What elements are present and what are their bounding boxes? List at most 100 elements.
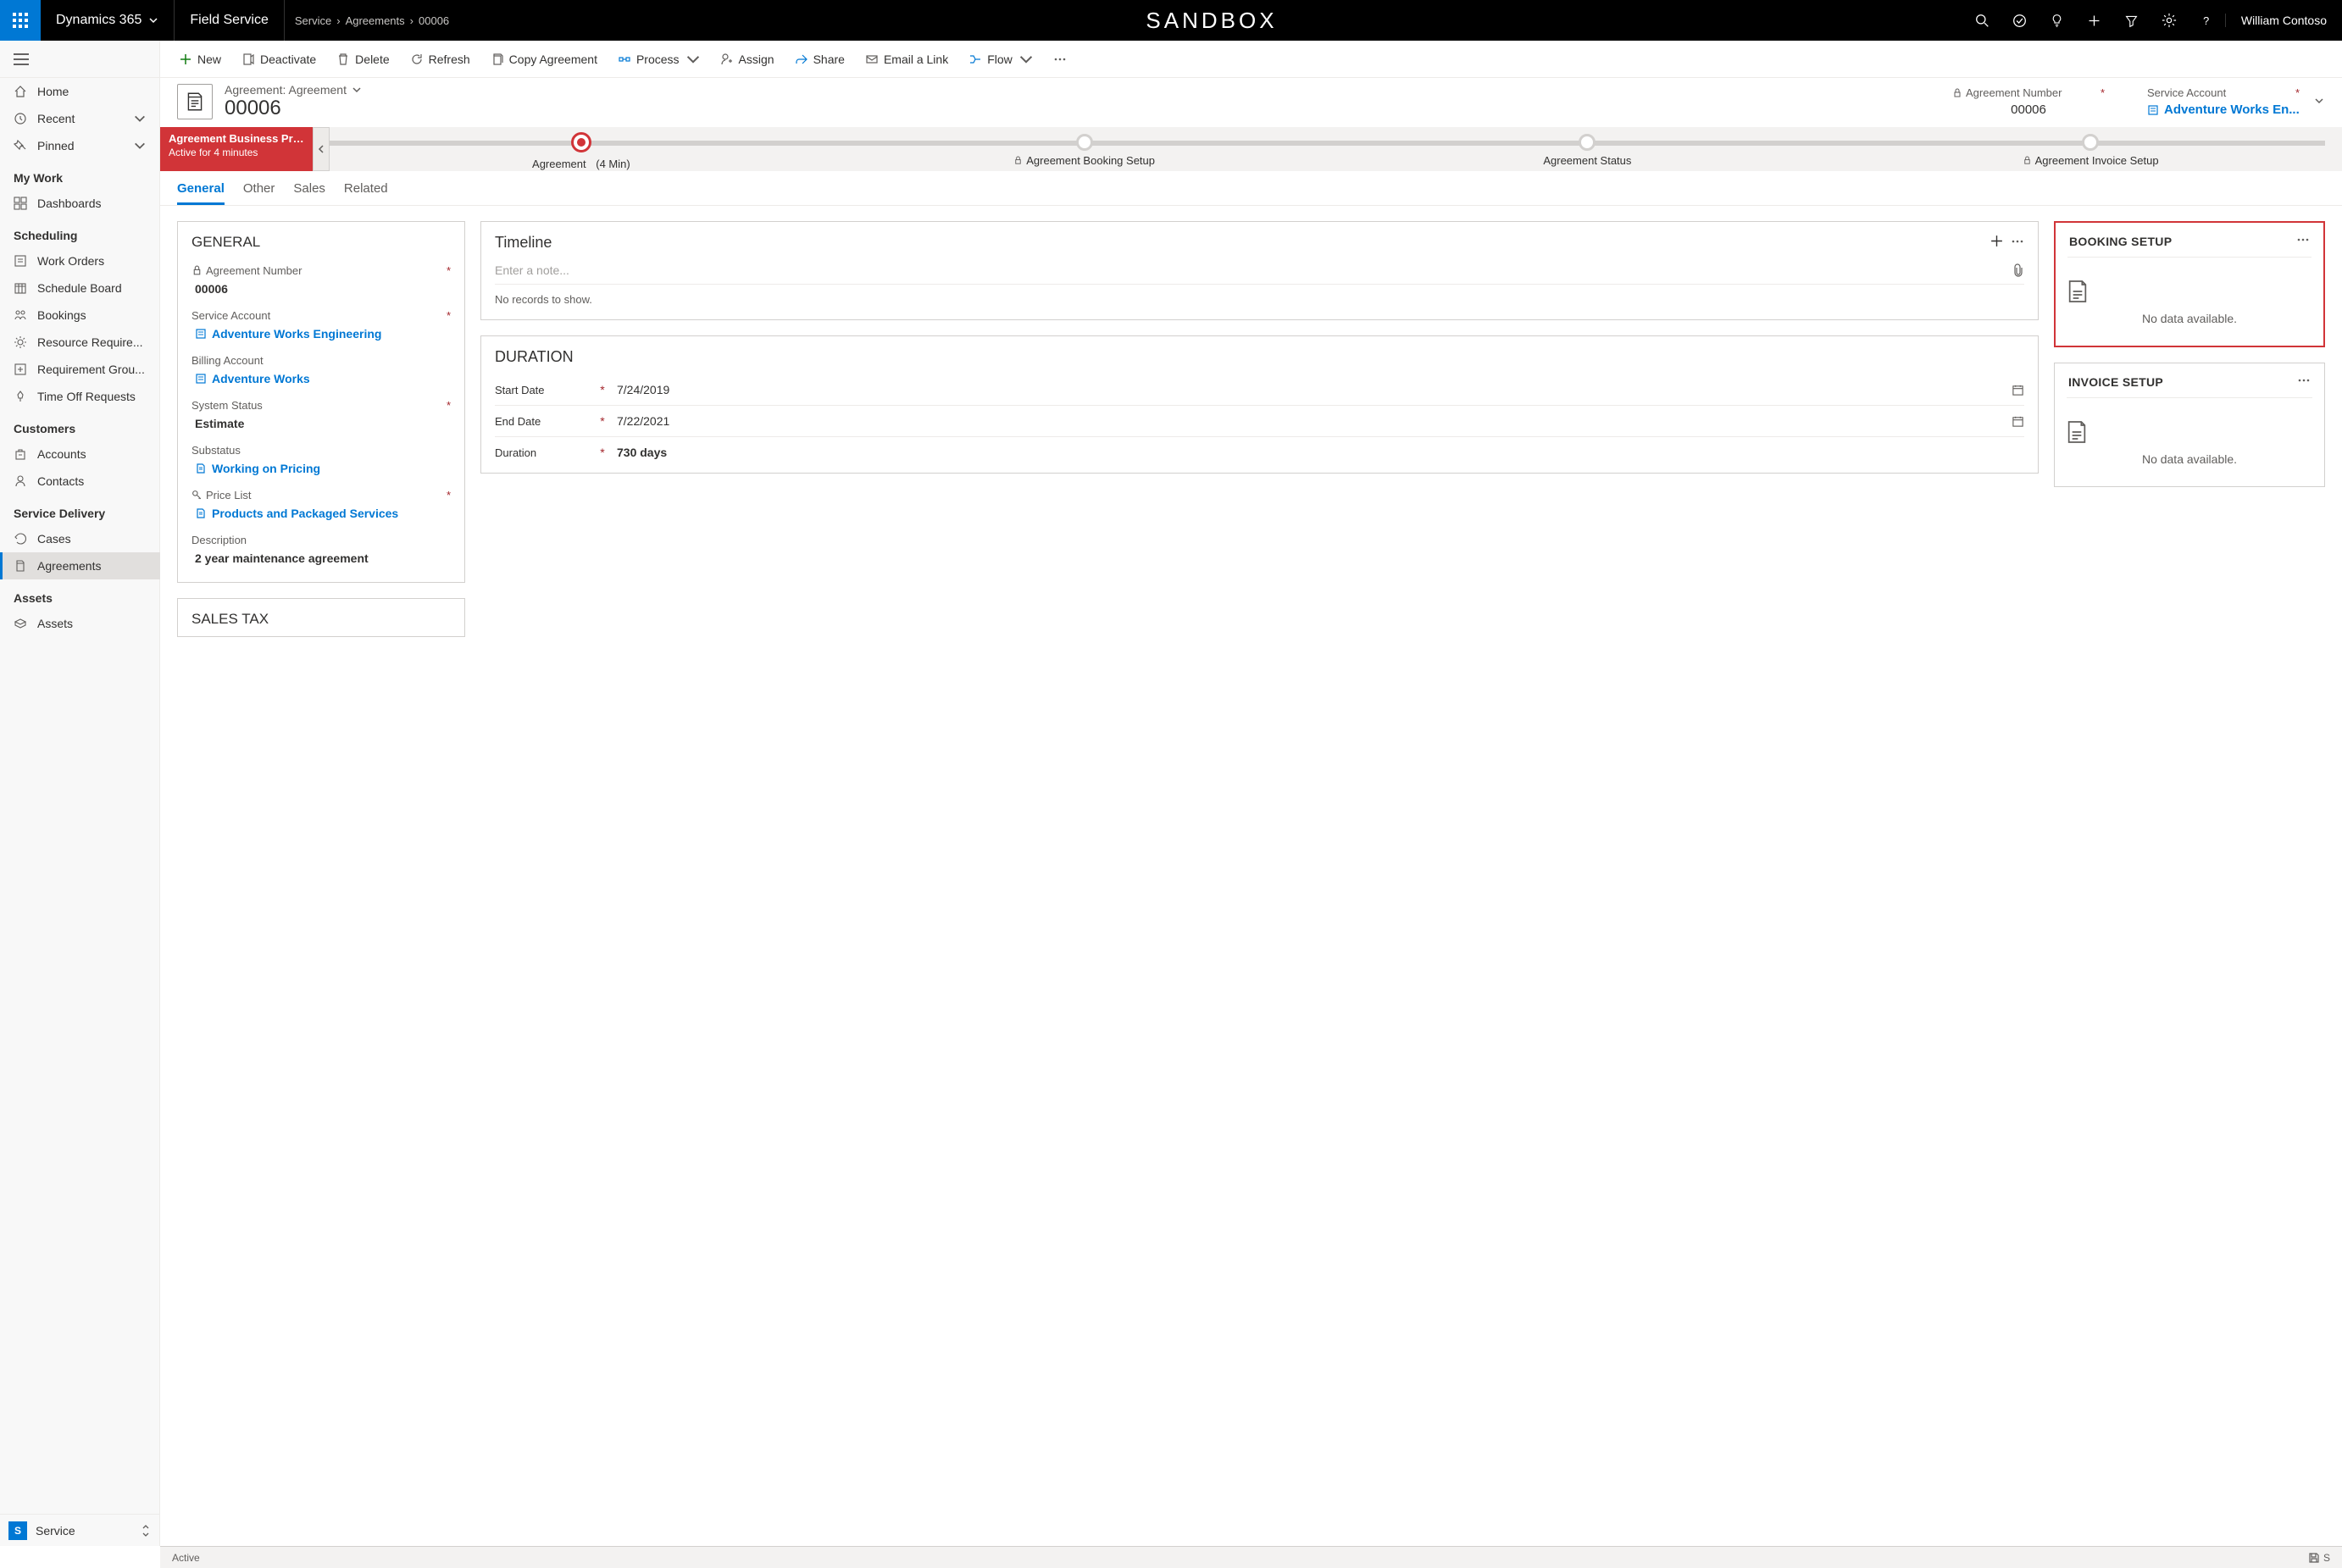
timeline-add-button[interactable]	[1986, 230, 2007, 252]
sidebar-item-contacts[interactable]: Contacts	[0, 468, 160, 495]
record-header: Agreement: Agreement 00006 Agreement Num…	[160, 78, 2342, 120]
sidebar-item-workorders[interactable]: Work Orders	[0, 247, 160, 274]
tab-related[interactable]: Related	[344, 181, 388, 205]
app-launcher[interactable]	[0, 0, 41, 41]
document-icon	[2063, 418, 2090, 446]
process-stage-2[interactable]: Agreement Booking Setup	[833, 127, 1336, 171]
header-expand-button[interactable]	[2313, 95, 2325, 107]
field-substatus[interactable]: Substatus Working on Pricing	[178, 439, 464, 484]
area-switcher[interactable]: S Service	[0, 1514, 159, 1546]
copy-button[interactable]: Copy Agreement	[484, 45, 604, 74]
booking-more-button[interactable]	[2293, 230, 2313, 250]
lock-icon	[1952, 88, 1962, 98]
card-title: DURATION	[481, 336, 2038, 374]
sidebar-label: Accounts	[37, 447, 86, 461]
process-info[interactable]: Agreement Business Pro... Active for 4 m…	[160, 127, 313, 171]
sidebar-label: Cases	[37, 532, 71, 546]
filter-icon[interactable]	[2113, 0, 2151, 41]
field-start-date[interactable]: Start Date * 7/24/2019	[481, 374, 2038, 405]
process-button[interactable]: Process	[611, 45, 707, 74]
sidebar-item-agreements[interactable]: Agreements	[0, 552, 160, 579]
process-collapse-button[interactable]	[313, 127, 330, 171]
sidebar-item-timeoff[interactable]: Time Off Requests	[0, 383, 160, 410]
timeline-note-input[interactable]: Enter a note...	[495, 263, 2024, 285]
process-stage-3[interactable]: Agreement Status	[1336, 127, 1840, 171]
email-button[interactable]: Email a Link	[858, 45, 955, 74]
search-icon[interactable]	[1964, 0, 2001, 41]
deactivate-button[interactable]: Deactivate	[235, 45, 323, 74]
sidebar-item-dashboards[interactable]: Dashboards	[0, 190, 160, 217]
process-stage-1[interactable]: Agreement (4 Min)	[330, 127, 833, 171]
flow-button[interactable]: Flow	[962, 45, 1040, 74]
process-stage-4[interactable]: Agreement Invoice Setup	[1839, 127, 2342, 171]
record-entity-label[interactable]: Agreement: Agreement	[225, 83, 362, 97]
lightbulb-icon[interactable]	[2039, 0, 2076, 41]
sidebar-item-accounts[interactable]: Accounts	[0, 440, 160, 468]
sidebar-item-pinned[interactable]: Pinned	[0, 132, 160, 159]
cmd-label: Deactivate	[260, 53, 316, 66]
breadcrumb-item[interactable]: Service	[295, 14, 331, 27]
sidebar-label: Dashboards	[37, 197, 102, 210]
attachment-icon[interactable]	[2012, 263, 2024, 277]
sandbox-label: SANDBOX	[459, 0, 1964, 41]
service-account-link[interactable]: Adventure Works En...	[2147, 99, 2300, 117]
breadcrumb-item[interactable]: Agreements	[346, 14, 405, 27]
brand-menu[interactable]: Dynamics 365	[41, 0, 175, 41]
chevron-down-icon	[1019, 53, 1033, 66]
sidebar-item-assets[interactable]: Assets	[0, 610, 160, 637]
svg-text:?: ?	[2203, 14, 2209, 26]
field-price-list[interactable]: Price List* Products and Packaged Servic…	[178, 484, 464, 529]
field-end-date[interactable]: End Date * 7/22/2021	[481, 406, 2038, 436]
field-agreement-number[interactable]: Agreement Number* 00006	[178, 259, 464, 304]
calendar-icon[interactable]	[2012, 384, 2024, 396]
plus-icon[interactable]	[2076, 0, 2113, 41]
gear-icon[interactable]	[2151, 0, 2188, 41]
sidebar-group-assets: Assets	[0, 579, 160, 610]
field-description[interactable]: Description 2 year maintenance agreement	[178, 529, 464, 573]
field-system-status[interactable]: System Status* Estimate	[178, 394, 464, 439]
share-button[interactable]: Share	[788, 45, 852, 74]
card-title: SALES TAX	[178, 599, 464, 636]
tab-other[interactable]: Other	[243, 181, 275, 205]
sidebar-item-cases[interactable]: Cases	[0, 525, 160, 552]
brand-label: Dynamics 365	[56, 13, 142, 28]
field-service-account[interactable]: Service Account* Adventure Works Enginee…	[178, 304, 464, 349]
breadcrumb-item[interactable]: 00006	[419, 14, 449, 27]
sidebar-item-resourcereq[interactable]: Resource Require...	[0, 329, 160, 356]
refresh-button[interactable]: Refresh	[403, 45, 477, 74]
sidebar-label: Assets	[37, 617, 73, 630]
save-icon[interactable]	[2308, 1552, 2320, 1564]
delete-button[interactable]: Delete	[330, 45, 396, 74]
sidebar-item-home[interactable]: Home	[0, 78, 160, 105]
help-icon[interactable]: ?	[2188, 0, 2225, 41]
chevron-right-icon: ›	[410, 14, 413, 27]
price-list-link[interactable]: Products and Packaged Services	[191, 501, 451, 520]
service-account-link[interactable]: Adventure Works Engineering	[191, 322, 451, 341]
invoice-more-button[interactable]	[2294, 370, 2314, 391]
sidebar-toggle[interactable]	[0, 41, 159, 78]
user-name[interactable]: William Contoso	[2225, 14, 2342, 27]
tab-general[interactable]: General	[177, 181, 225, 205]
booking-empty: No data available.	[2056, 261, 2323, 346]
sidebar-item-recent[interactable]: Recent	[0, 105, 160, 132]
sidebar-item-bookings[interactable]: Bookings	[0, 302, 160, 329]
billing-account-link[interactable]: Adventure Works	[191, 367, 451, 385]
sidebar-item-scheduleboard[interactable]: Schedule Board	[0, 274, 160, 302]
more-commands-button[interactable]	[1046, 45, 1074, 74]
business-process-flow: Agreement Business Pro... Active for 4 m…	[160, 127, 2342, 171]
cmd-label: Email a Link	[884, 53, 948, 66]
calendar-icon[interactable]	[2012, 415, 2024, 428]
field-billing-account[interactable]: Billing Account Adventure Works	[178, 349, 464, 394]
new-button[interactable]: New	[172, 45, 228, 74]
field-duration[interactable]: Duration * 730 days	[481, 437, 2038, 468]
assign-button[interactable]: Assign	[713, 45, 781, 74]
sidebar-item-reqgroup[interactable]: Requirement Grou...	[0, 356, 160, 383]
main-content: Agreement: Agreement 00006 Agreement Num…	[160, 78, 2342, 1546]
tab-sales[interactable]: Sales	[293, 181, 325, 205]
timeline-more-button[interactable]	[2007, 231, 2028, 252]
substatus-link[interactable]: Working on Pricing	[191, 457, 451, 475]
booking-setup-card: BOOKING SETUP No data available.	[2054, 221, 2325, 347]
task-icon[interactable]	[2001, 0, 2039, 41]
header-field-service-account: Service Account* Adventure Works En...	[2147, 86, 2300, 117]
updown-icon	[141, 1524, 151, 1538]
